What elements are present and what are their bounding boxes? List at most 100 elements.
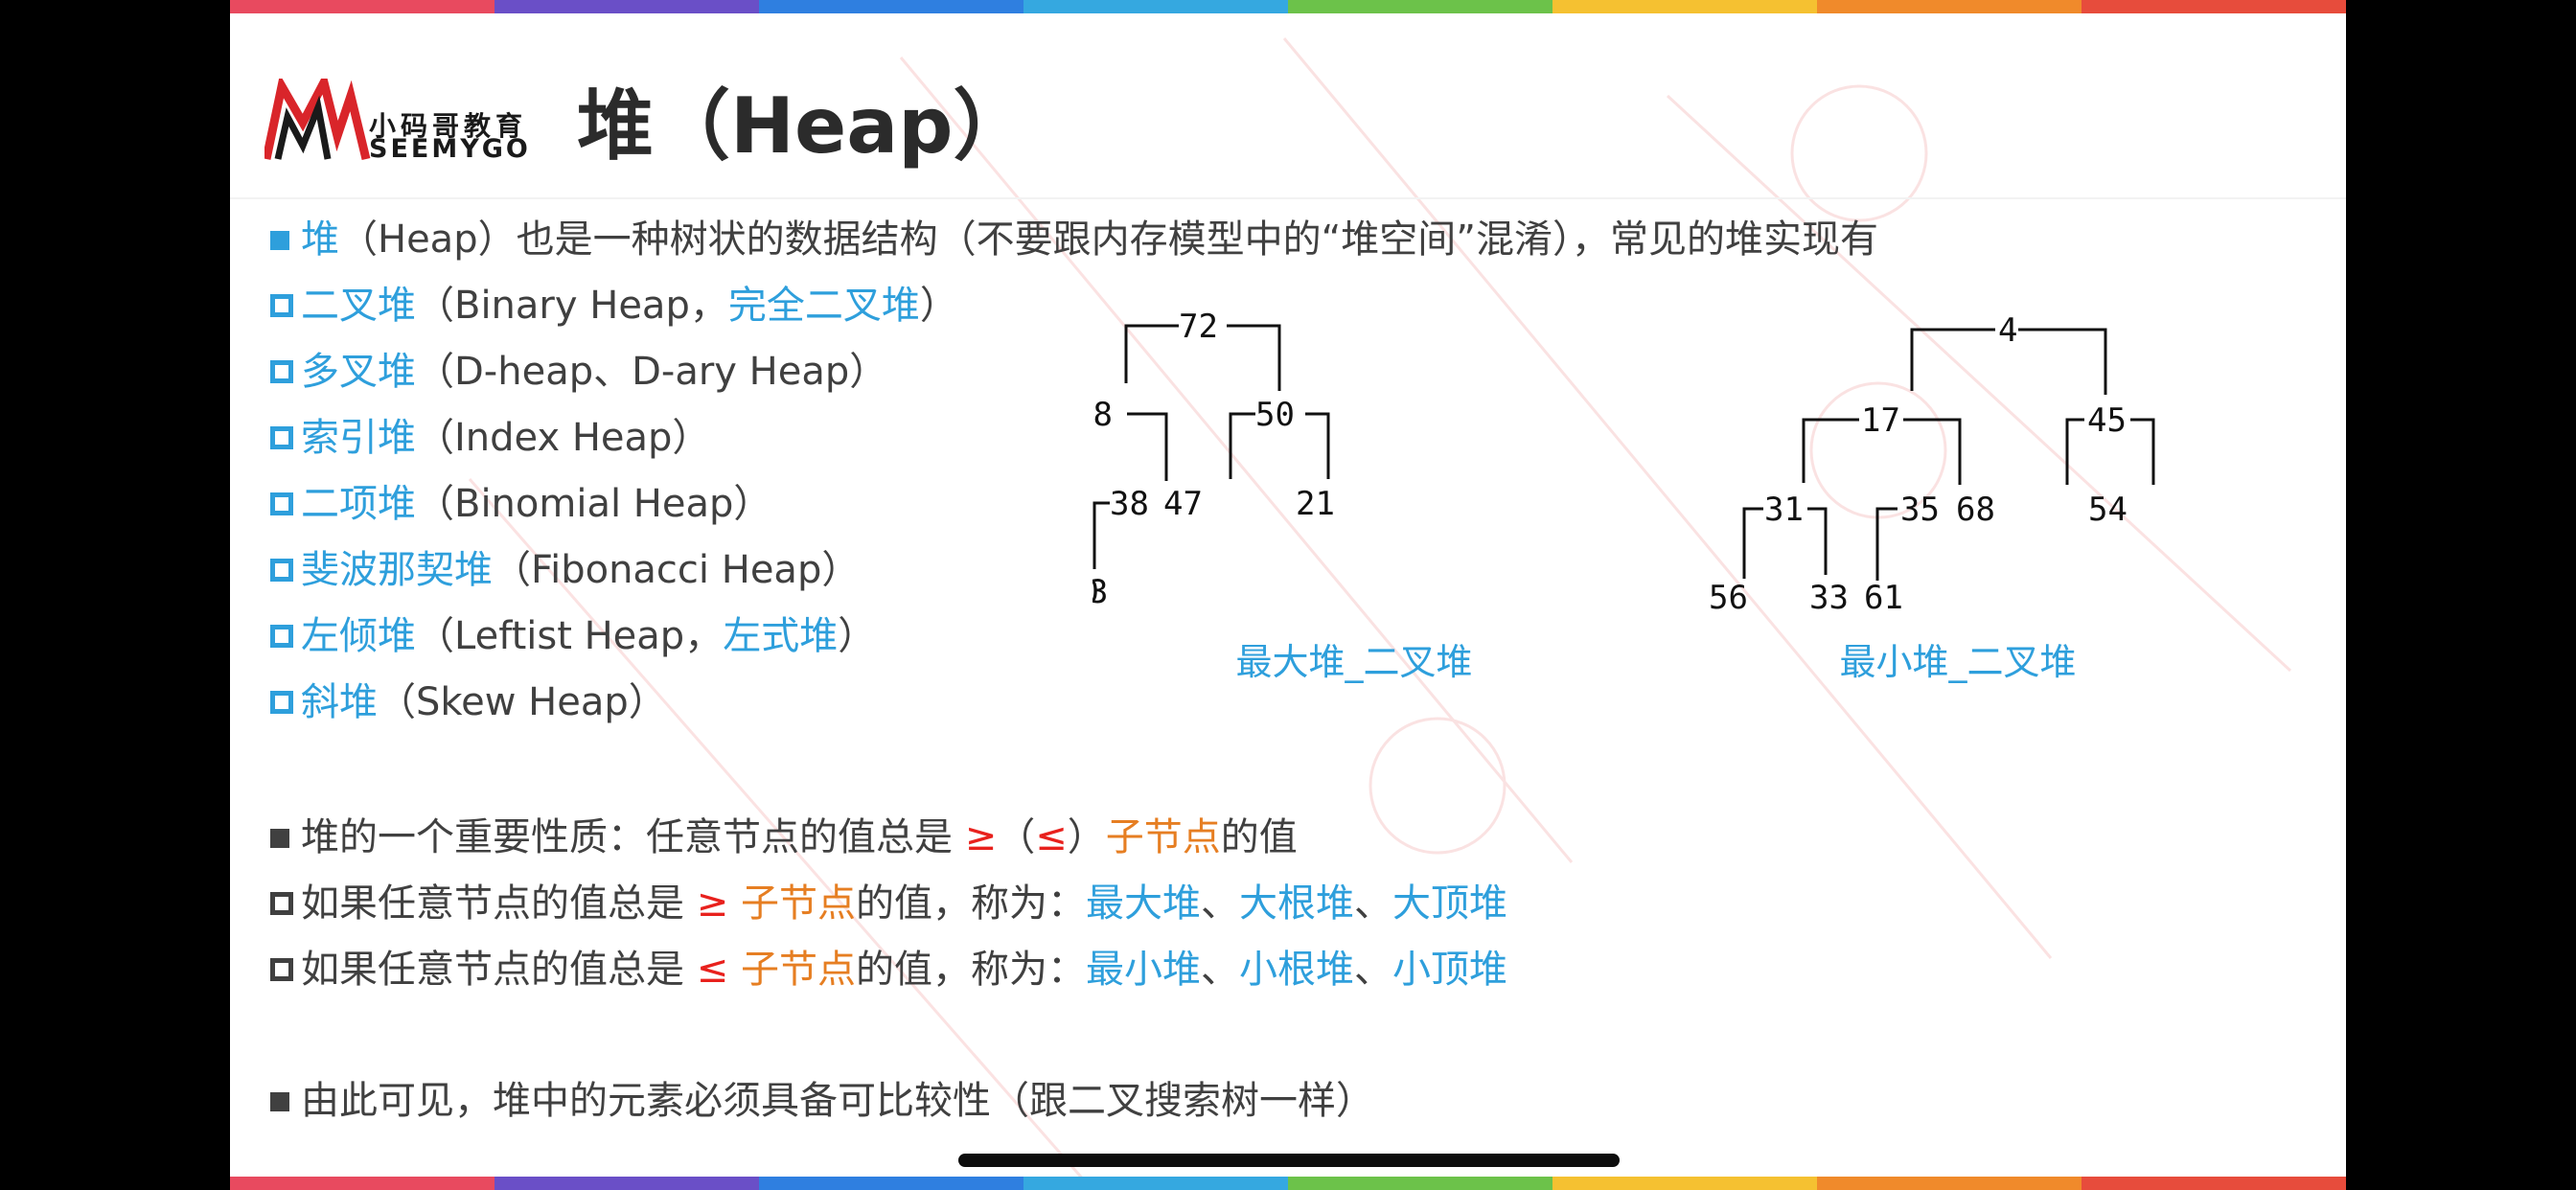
heap-type-close: ）: [838, 614, 877, 658]
rainbow-segment: [1288, 0, 1552, 13]
heap-type-name: 左倾堆: [301, 614, 416, 658]
tree-node: 3: [1092, 573, 1108, 611]
tree-edge: [1903, 418, 1962, 485]
heap-type-desc: （Skew Heap）: [378, 680, 667, 724]
heap-type-name: 斐波那契堆: [301, 548, 493, 592]
property-suffix: 的值: [1220, 815, 1298, 859]
hollow-square-bullet-icon: [270, 892, 293, 915]
tree-edge: [1802, 418, 1859, 483]
heap-type-link: 完全二叉堆: [727, 284, 920, 328]
rule-mid: 的值，称为：: [855, 881, 1086, 926]
rule-mid: 的值，称为：: [855, 948, 1086, 992]
tree-node: 54: [2088, 491, 2128, 529]
heap-type-close: ）: [919, 284, 958, 328]
property-line: 堆的一个重要性质：任意节点的值总是 ≥（≤）子节点的值: [270, 811, 1298, 864]
child-node-term: 子节点: [728, 948, 856, 992]
heap-type-desc: （Binary Heap，: [416, 284, 728, 328]
tree-node: 31: [1764, 491, 1804, 529]
hollow-square-bullet-icon: [270, 360, 293, 383]
hollow-square-bullet-icon: [270, 294, 293, 317]
rainbow-segment: [2082, 0, 2346, 13]
tree-node: 35: [1900, 491, 1940, 529]
tree-edge: [1124, 324, 1179, 383]
tree-node: 56: [1709, 579, 1748, 617]
min-heap-caption: 最小堆_二叉堆: [1839, 641, 2077, 683]
square-bullet-icon: [270, 231, 289, 250]
rainbow-segment: [1552, 1177, 1817, 1190]
home-indicator[interactable]: [958, 1154, 1620, 1167]
tree-edge: [1127, 412, 1168, 481]
heap-type-name: 二项堆: [301, 482, 416, 526]
ge-symbol: ≥: [964, 815, 998, 859]
rainbow-segment: [1024, 1177, 1288, 1190]
max-heap-caption: 最大堆_二叉堆: [1235, 641, 1473, 683]
tree-edge: [1227, 324, 1281, 391]
heap-alias: 大顶堆: [1392, 881, 1507, 926]
hollow-square-bullet-icon: [270, 426, 293, 449]
tree-edge: [1229, 412, 1255, 479]
top-rainbow-bar: [230, 0, 2346, 13]
title-divider: [230, 197, 2346, 199]
hollow-square-bullet-icon: [270, 958, 293, 981]
rainbow-segment: [230, 1177, 494, 1190]
logo-english-text: SEEMYGO: [369, 134, 531, 164]
slide: 小码哥教育 SEEMYGO 堆（Heap） 堆（Heap）也是一种树状的数据结构…: [230, 0, 2346, 1190]
tree-node: 33: [1809, 579, 1849, 617]
rainbow-segment: [759, 0, 1024, 13]
child-node-term: 子节点: [728, 881, 856, 926]
intro-text: （Heap）也是一种树状的数据结构（不要跟内存模型中的“堆空间”混淆），常见的堆…: [339, 217, 1879, 262]
hollow-square-bullet-icon: [270, 559, 293, 582]
rainbow-segment: [230, 0, 494, 13]
tree-edge: [1807, 507, 1828, 575]
rainbow-segment: [1024, 0, 1288, 13]
tree-node: 68: [1092, 396, 1113, 434]
heap-type-item: 二叉堆（Binary Heap，完全二叉堆）: [270, 279, 958, 332]
square-bullet-icon: [270, 1092, 289, 1111]
max-heap-tree: 72 68 50 43 38 47 21 14 40 3: [1092, 308, 1335, 611]
paren-open: （: [997, 815, 1036, 859]
rainbow-segment: [1817, 1177, 2082, 1190]
heap-type-desc: （Fibonacci Heap）: [493, 548, 861, 592]
heap-type-desc: （D-heap、D-ary Heap）: [416, 350, 888, 394]
max-rule-line: 如果任意节点的值总是 ≥ 子节点的值，称为：最大堆、大根堆、大顶堆: [270, 877, 1507, 930]
tree-node: 50: [1255, 396, 1295, 434]
hollow-square-bullet-icon: [270, 625, 293, 648]
child-node-term: 子节点: [1105, 815, 1221, 859]
heap-type-item: 二项堆（Binomial Heap）: [270, 477, 771, 531]
tree-edge: [2130, 418, 2155, 485]
heap-type-item: 斐波那契堆（Fibonacci Heap）: [270, 543, 860, 597]
separator: 、: [1353, 948, 1392, 992]
rainbow-segment: [759, 1177, 1024, 1190]
heap-type-name: 多叉堆: [301, 350, 416, 394]
heap-type-link: 左式堆: [723, 614, 839, 658]
tree-node: 45: [2087, 401, 2127, 440]
hollow-square-bullet-icon: [270, 492, 293, 515]
tree-node: 61: [1864, 579, 1903, 617]
heap-alias: 小顶堆: [1392, 948, 1507, 992]
heap-alias: 大根堆: [1238, 881, 1354, 926]
tree-edge: [1742, 507, 1763, 579]
tree-edge: [2065, 418, 2084, 485]
heap-type-item: 索引堆（Index Heap）: [270, 411, 710, 465]
separator: 、: [1353, 881, 1392, 926]
paren-close: ）: [1067, 815, 1106, 859]
tree-edge: [1305, 412, 1330, 479]
intro-term: 堆: [301, 217, 339, 262]
tree-edge: [1092, 501, 1110, 569]
heap-type-desc: （Index Heap）: [416, 416, 711, 460]
rainbow-segment: [494, 1177, 759, 1190]
tree-node: 21: [1296, 485, 1335, 523]
rule-prefix: 如果任意节点的值总是: [301, 948, 697, 992]
conclusion-line: 由此可见，堆中的元素必须具备可比较性（跟二叉搜索树一样）: [270, 1074, 1374, 1128]
heap-alias: 小根堆: [1238, 948, 1354, 992]
intro-line: 堆（Heap）也是一种树状的数据结构（不要跟内存模型中的“堆空间”混淆），常见的…: [270, 213, 1878, 266]
tree-node: 72: [1179, 308, 1218, 346]
rule-prefix: 如果任意节点的值总是: [301, 881, 697, 926]
separator: 、: [1200, 881, 1239, 926]
heap-type-item: 斜堆（Skew Heap）: [270, 675, 667, 729]
rainbow-segment: [2082, 1177, 2346, 1190]
rainbow-segment: [494, 0, 759, 13]
rainbow-segment: [1288, 1177, 1552, 1190]
square-bullet-icon: [270, 829, 289, 848]
tree-edge: [1910, 328, 1995, 391]
